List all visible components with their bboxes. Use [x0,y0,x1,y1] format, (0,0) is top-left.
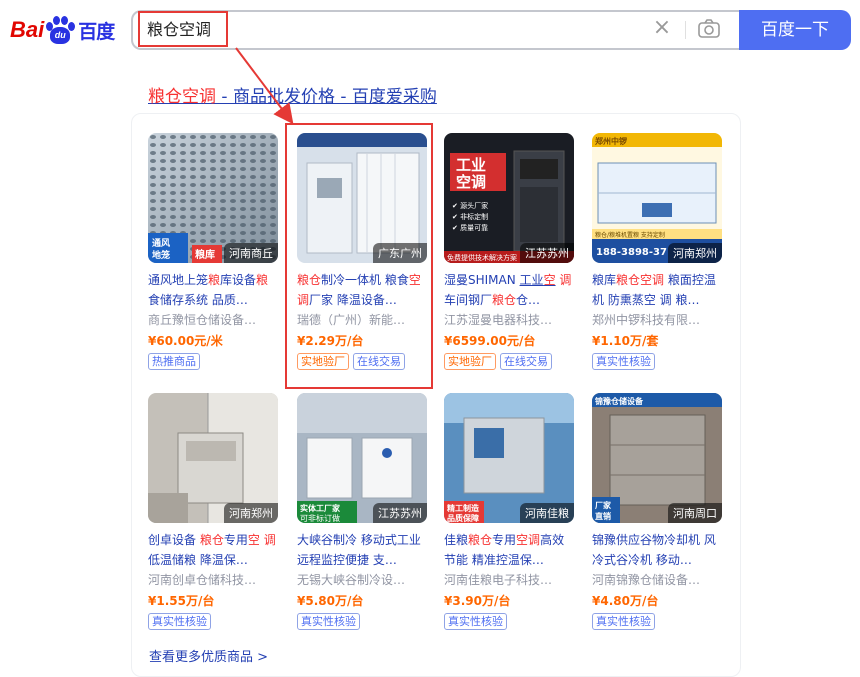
svg-text:地笼: 地笼 [152,249,170,261]
product-item[interactable]: 通风 地笼 粮库 河南商丘通风地上笼粮库设备粮食储存系统 品质… 商丘豫恒仓储设备… ¥6… [148,133,280,370]
more-products-link[interactable]: 查看更多优质商品 > [149,646,268,665]
logo-cn-text: 百度 [78,20,115,43]
shop-name[interactable]: 郑州中锣科技有限… [592,310,720,330]
shop-name[interactable]: 河南创卓仓储科技… [148,570,276,590]
svg-text:实体工厂家: 实体工厂家 [300,503,341,513]
result-title-keyword: 粮仓空调 [148,87,216,107]
shop-name[interactable]: 河南佳粮电子科技… [444,570,572,590]
location-label: 江苏苏州 [520,243,574,263]
svg-text:粮仓/粮堆机置粮 支持定制: 粮仓/粮堆机置粮 支持定制 [595,231,665,239]
product-badge: 真实性核验 [148,613,211,630]
product-price: ¥5.80万/台 [297,594,364,608]
badge-list: 真实性核验 [148,613,280,630]
svg-text:✔ 源头厂家: ✔ 源头厂家 [452,201,488,210]
location-label: 江苏苏州 [373,503,427,523]
product-item[interactable]: 郑州中锣粮仓/粮堆机置粮 支持定制 188-3898-37 河南郑州粮库粮仓空调 粮… [592,133,724,370]
product-image[interactable]: 河南郑州 [148,393,278,523]
product-title-link[interactable]: 湿曼SHIMAN 工业空 调 车间钢厂粮仓仓… [444,270,576,310]
svg-text:精工制造: 精工制造 [447,503,479,513]
product-image[interactable]: 郑州中锣粮仓/粮堆机置粮 支持定制 188-3898-37 河南郑州 [592,133,722,263]
product-price: ¥6599.00元/台 [444,334,536,348]
location-label: 河南佳粮 [520,503,574,523]
product-image[interactable]: 精工制造 品质保障 河南佳粮 [444,393,574,523]
product-item[interactable]: 精工制造 品质保障 河南佳粮佳粮粮仓专用空调高效节能 精准控温保… 河南佳粮电子科技…… [444,393,576,630]
shop-name[interactable]: 江苏湿曼电器科技… [444,310,572,330]
query-highlight-annotation [138,11,228,47]
product-badge: 真实性核验 [592,353,655,370]
svg-text:空调: 空调 [456,173,486,191]
product-item[interactable]: 实体工厂家 可非标订做 江苏苏州大峡谷制冷 移动式工业 远程监控便捷 支… 无锡大峡谷… [297,393,429,630]
divider [685,21,686,39]
svg-text:✔ 质量可靠: ✔ 质量可靠 [452,223,488,232]
svg-text:通风: 通风 [152,237,170,249]
paw-icon: du [45,15,76,45]
product-price: ¥3.90万/台 [444,594,511,608]
badge-list: 热推商品 [148,353,280,370]
svg-text:可非标订做: 可非标订做 [300,513,340,523]
shop-name[interactable]: 无锡大峡谷制冷设… [297,570,425,590]
svg-text:✔ 非标定制: ✔ 非标定制 [452,212,488,221]
search-button[interactable]: 百度一下 [739,10,851,50]
product-image[interactable]: 通风 地笼 粮库 河南商丘 [148,133,278,263]
svg-text:免费提供技术解决方案: 免费提供技术解决方案 [447,253,517,262]
svg-text:厂家: 厂家 [595,500,612,510]
product-title-link[interactable]: 锦豫供应谷物冷却机 风冷式谷冷机 移动… [592,530,724,570]
product-price: ¥1.10万/套 [592,334,659,348]
product-badge: 在线交易 [500,353,552,370]
shop-name[interactable]: 河南锦豫仓储设备… [592,570,720,590]
baidu-logo[interactable]: Bai du 百度 [10,12,115,48]
location-label: 河南周口 [668,503,722,523]
product-item[interactable]: 锦豫仓储设备 厂家 直销 河南周口锦豫供应谷物冷却机 风冷式谷冷机 移动… 河南锦豫仓储… [592,393,724,630]
svg-text:188-3898-37: 188-3898-37 [596,247,667,258]
svg-text:锦豫仓储设备: 锦豫仓储设备 [595,396,644,406]
clear-icon[interactable]: × [650,16,674,40]
svg-text:直销: 直销 [595,511,611,521]
product-title-link[interactable]: 创卓设备 粮仓专用空 调 低温储粮 降温保… [148,530,280,570]
badge-list: 真实性核验 [297,613,429,630]
product-title-link[interactable]: 大峡谷制冷 移动式工业 远程监控便捷 支… [297,530,429,570]
product-item[interactable]: 河南郑州创卓设备 粮仓专用空 调 低温储粮 降温保… 河南创卓仓储科技… ¥1.55… [148,393,280,630]
product-price: ¥1.55万/台 [148,594,215,608]
product-price: ¥60.00元/米 [148,334,223,348]
badge-list: 实地验厂 在线交易 [444,353,576,370]
product-title-link[interactable]: 通风地上笼粮库设备粮食储存系统 品质… [148,270,280,310]
product-image[interactable]: 实体工厂家 可非标订做 江苏苏州 [297,393,427,523]
svg-text:粮库: 粮库 [195,248,215,261]
location-label: 河南商丘 [224,243,278,263]
product-title-link[interactable]: 佳粮粮仓专用空调高效节能 精准控温保… [444,530,576,570]
product-image[interactable]: 锦豫仓储设备 厂家 直销 河南周口 [592,393,722,523]
product-highlight-annotation [285,123,433,389]
result-title-link[interactable]: 粮仓空调 - 商品批发价格 - 百度爱采购 [148,82,437,107]
product-badge: 真实性核验 [297,613,360,630]
result-title-text: - 商品批发价格 - 百度爱采购 [216,87,437,107]
camera-icon[interactable] [696,17,722,41]
product-image[interactable]: 工业 空调免费提供技术解决方案 ✔ 源头厂家 ✔ 非标定制 ✔ 质量可靠江苏苏州 [444,133,574,263]
product-badge: 实地验厂 [444,353,496,370]
badge-list: 真实性核验 [592,353,724,370]
svg-text:工业: 工业 [456,156,486,174]
product-badge: 真实性核验 [592,613,655,630]
product-price: ¥4.80万/台 [592,594,659,608]
product-title-link[interactable]: 粮库粮仓空调 粮面控温机 防熏蒸空 调 粮… [592,270,724,310]
svg-text:郑州中锣: 郑州中锣 [595,136,627,146]
product-item[interactable]: 工业 空调免费提供技术解决方案 ✔ 源头厂家 ✔ 非标定制 ✔ 质量可靠江苏苏州湿曼SH… [444,133,576,370]
product-badge: 真实性核验 [444,613,507,630]
location-label: 河南郑州 [668,243,722,263]
location-label: 河南郑州 [224,503,278,523]
badge-list: 真实性核验 [592,613,724,630]
logo-bai-text: Bai [10,17,45,42]
product-badge: 热推商品 [148,353,200,370]
shop-name[interactable]: 商丘豫恒仓储设备… [148,310,276,330]
badge-list: 真实性核验 [444,613,576,630]
svg-text:品质保障: 品质保障 [447,513,479,523]
